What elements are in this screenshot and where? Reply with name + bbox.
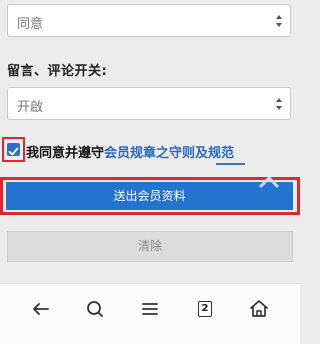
comment-toggle-select[interactable]: 开啟	[7, 87, 291, 120]
tabs-button[interactable]: 2	[192, 296, 218, 322]
arrow-left-icon	[33, 303, 49, 315]
updown-arrows-icon	[276, 15, 282, 27]
agreement-prefix: 我同意并遵守	[26, 146, 105, 161]
tabs-icon: 2	[198, 301, 212, 317]
agreement-row: 我同意并遵守会员规章之守则及规范	[0, 133, 300, 167]
chevron-up-icon[interactable]	[257, 174, 281, 190]
menu-button[interactable]	[137, 296, 163, 322]
home-icon	[250, 300, 268, 317]
back-button[interactable]	[28, 296, 54, 322]
home-button[interactable]	[246, 296, 272, 322]
checkmark-icon	[8, 147, 19, 156]
consent-select[interactable]: 同意	[7, 4, 291, 37]
menu-icon	[142, 303, 158, 315]
consent-select-value: 同意	[17, 17, 44, 32]
link-underline	[216, 163, 245, 165]
search-icon	[87, 301, 103, 317]
search-button[interactable]	[82, 296, 108, 322]
browser-toolbar: 2	[0, 283, 300, 344]
updown-arrows-icon	[276, 98, 282, 110]
comment-toggle-label: 留言、评论开关:	[7, 64, 108, 79]
agreement-text: 我同意并遵守会员规章之守则及规范	[26, 142, 234, 161]
agree-checkbox[interactable]	[7, 143, 20, 156]
submit-member-button[interactable]: 送出会员资料	[6, 182, 293, 210]
comment-toggle-value: 开啟	[17, 100, 44, 115]
rules-link[interactable]: 会员规章之守则及规范	[104, 146, 234, 161]
clear-button[interactable]: 清除	[7, 231, 293, 262]
